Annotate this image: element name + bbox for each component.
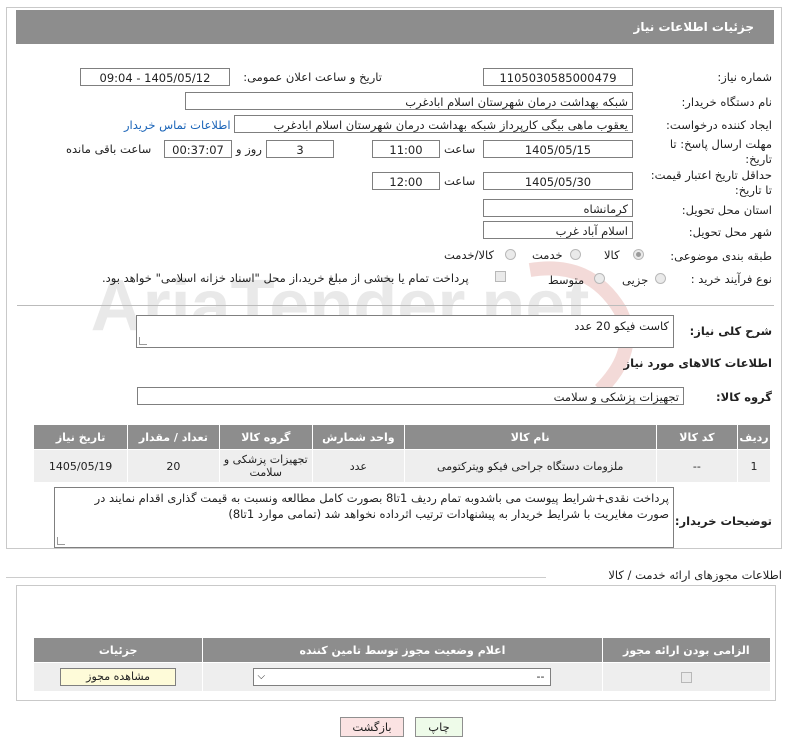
goods-group-field: تجهیزات پزشکی و سلامت: [137, 387, 684, 405]
buyer-org-field: شبکه بهداشت درمان شهرستان اسلام ابادغرب: [185, 92, 633, 110]
goods-group-label: گروه کالا:: [716, 390, 772, 404]
remaining-time-field: 00:37:07: [164, 140, 232, 158]
cell-unit: عدد: [312, 449, 405, 483]
resize-grip-icon[interactable]: [139, 337, 147, 345]
deadline-label-2: تاریخ:: [745, 152, 772, 166]
permits-title: اطلاعات مجوزهای ارائه خدمت / کالا: [608, 568, 782, 582]
cell-status: -- ⌵: [202, 662, 603, 692]
announce-field: 1405/05/12 - 09:04: [80, 68, 230, 86]
price-validity-label-2: تا تاریخ:: [734, 183, 772, 197]
cell-date: 1405/05/19: [32, 449, 129, 483]
cell-required: [601, 662, 772, 692]
city-field: اسلام آباد غرب: [483, 221, 633, 239]
remaining-label: ساعت باقی مانده: [66, 142, 152, 156]
process-minor-label: جزیی: [622, 273, 649, 287]
treasury-note: پرداخت تمام یا بخشی از مبلغ خرید،از محل …: [102, 271, 469, 285]
buyer-notes-textarea[interactable]: پرداخت نقدی+شرایط پیوست می باشدوبه تمام …: [54, 487, 674, 548]
buyer-notes-label: توضیحات خریدار:: [674, 514, 772, 528]
page-header: جزئیات اطلاعات نیاز: [16, 10, 774, 44]
permit-status-value: --: [536, 670, 545, 683]
required-checkbox: [680, 672, 692, 683]
resize-grip-icon[interactable]: [57, 537, 65, 545]
category-both-label: کالا/خدمت: [444, 248, 495, 262]
cell-row: 1: [737, 449, 771, 483]
permits-table: الزامی بودن ارائه مجوز اعلام وضعیت مجوز …: [32, 637, 772, 692]
need-number-label: شماره نیاز:: [717, 70, 772, 84]
price-validity-label-1: حداقل تاریخ اعتبار قیمت:: [650, 168, 772, 182]
goods-info-title: اطلاعات کالاهای مورد نیاز: [623, 356, 772, 370]
days-label: روز و: [236, 142, 262, 156]
permits-table-header: الزامی بودن ارائه مجوز اعلام وضعیت مجوز …: [32, 637, 772, 663]
description-textarea[interactable]: کاست فیکو 20 عدد: [136, 315, 674, 348]
category-radio-both[interactable]: [505, 249, 516, 260]
price-time-label: ساعت: [444, 174, 476, 188]
process-medium-label: متوسط: [548, 273, 585, 287]
col-code: کد کالا: [655, 424, 739, 450]
treasury-checkbox[interactable]: [495, 271, 506, 282]
announce-label: تاریخ و ساعت اعلان عمومی:: [243, 70, 382, 84]
need-number-field: 1105030585000479: [483, 68, 633, 86]
city-label: شهر محل تحویل:: [688, 225, 772, 239]
table-row: -- ⌵ مشاهده مجوز: [32, 662, 772, 692]
cell-code: --: [655, 449, 739, 483]
category-service-label: خدمت: [532, 248, 563, 262]
contact-buyer-link[interactable]: اطلاعات تماس خریدار: [124, 118, 231, 132]
chevron-down-icon: ⌵: [257, 671, 266, 682]
process-radio-minor[interactable]: [655, 273, 666, 284]
goods-table: ردیف کد کالا نام کالا واحد شمارش گروه کا…: [32, 424, 771, 483]
table-row: 1 -- ملزومات دستگاه جراحی فیکو ویترکتومی…: [32, 449, 771, 483]
col-date: تاریخ نیاز: [32, 424, 129, 450]
cell-qty: 20: [127, 449, 220, 483]
view-permit-button[interactable]: مشاهده مجوز: [60, 668, 177, 686]
back-button[interactable]: بازگشت: [340, 717, 404, 737]
description-label: شرح کلی نیاز:: [689, 324, 772, 338]
category-label: طبقه بندی موضوعی:: [670, 249, 772, 263]
province-label: استان محل تحویل:: [681, 203, 772, 217]
goods-table-header: ردیف کد کالا نام کالا واحد شمارش گروه کا…: [32, 424, 771, 450]
buyer-org-label: نام دستگاه خریدار:: [681, 95, 772, 109]
cell-details: مشاهده مجوز: [32, 662, 204, 692]
deadline-date-field: 1405/05/15: [483, 140, 633, 158]
process-radio-medium[interactable]: [594, 273, 605, 284]
print-button[interactable]: چاپ: [415, 717, 463, 737]
col-status: اعلام وضعیت مجوز توسط تامین کننده: [202, 637, 603, 663]
divider: [17, 305, 774, 306]
deadline-time-field: 11:00: [372, 140, 440, 158]
deadline-label-1: مهلت ارسال پاسخ: تا: [669, 137, 772, 151]
page-title: جزئیات اطلاعات نیاز: [633, 20, 754, 34]
price-time-field: 12:00: [372, 172, 440, 190]
col-row: ردیف: [737, 424, 771, 450]
permits-divider: [6, 577, 546, 578]
creator-field: یعقوب ماهی بیگی کارپرداز شبکه بهداشت درم…: [234, 115, 633, 133]
permit-status-select[interactable]: -- ⌵: [253, 668, 552, 686]
category-goods-label: کالا: [604, 248, 620, 262]
col-details: جزئیات: [32, 637, 204, 663]
col-required: الزامی بودن ارائه مجوز: [601, 637, 772, 663]
col-group: گروه کالا: [218, 424, 314, 450]
deadline-time-label: ساعت: [444, 142, 476, 156]
category-radio-goods[interactable]: [633, 249, 644, 260]
cell-name: ملزومات دستگاه جراحی فیکو ویترکتومی: [403, 449, 657, 483]
col-name: نام کالا: [403, 424, 657, 450]
days-field: 3: [266, 140, 334, 158]
province-field: کرمانشاه: [483, 199, 633, 217]
creator-label: ایجاد کننده درخواست:: [666, 118, 772, 132]
category-radio-service[interactable]: [570, 249, 581, 260]
buyer-notes-text: پرداخت نقدی+شرایط پیوست می باشدوبه تمام …: [94, 491, 669, 521]
description-text: کاست فیکو 20 عدد: [574, 319, 669, 333]
price-date-field: 1405/05/30: [483, 172, 633, 190]
col-unit: واحد شمارش: [312, 424, 405, 450]
cell-group: تجهیزات پزشکی و سلامت: [218, 449, 314, 483]
process-label: نوع فرآیند خرید :: [690, 272, 772, 286]
col-qty: تعداد / مقدار: [127, 424, 220, 450]
